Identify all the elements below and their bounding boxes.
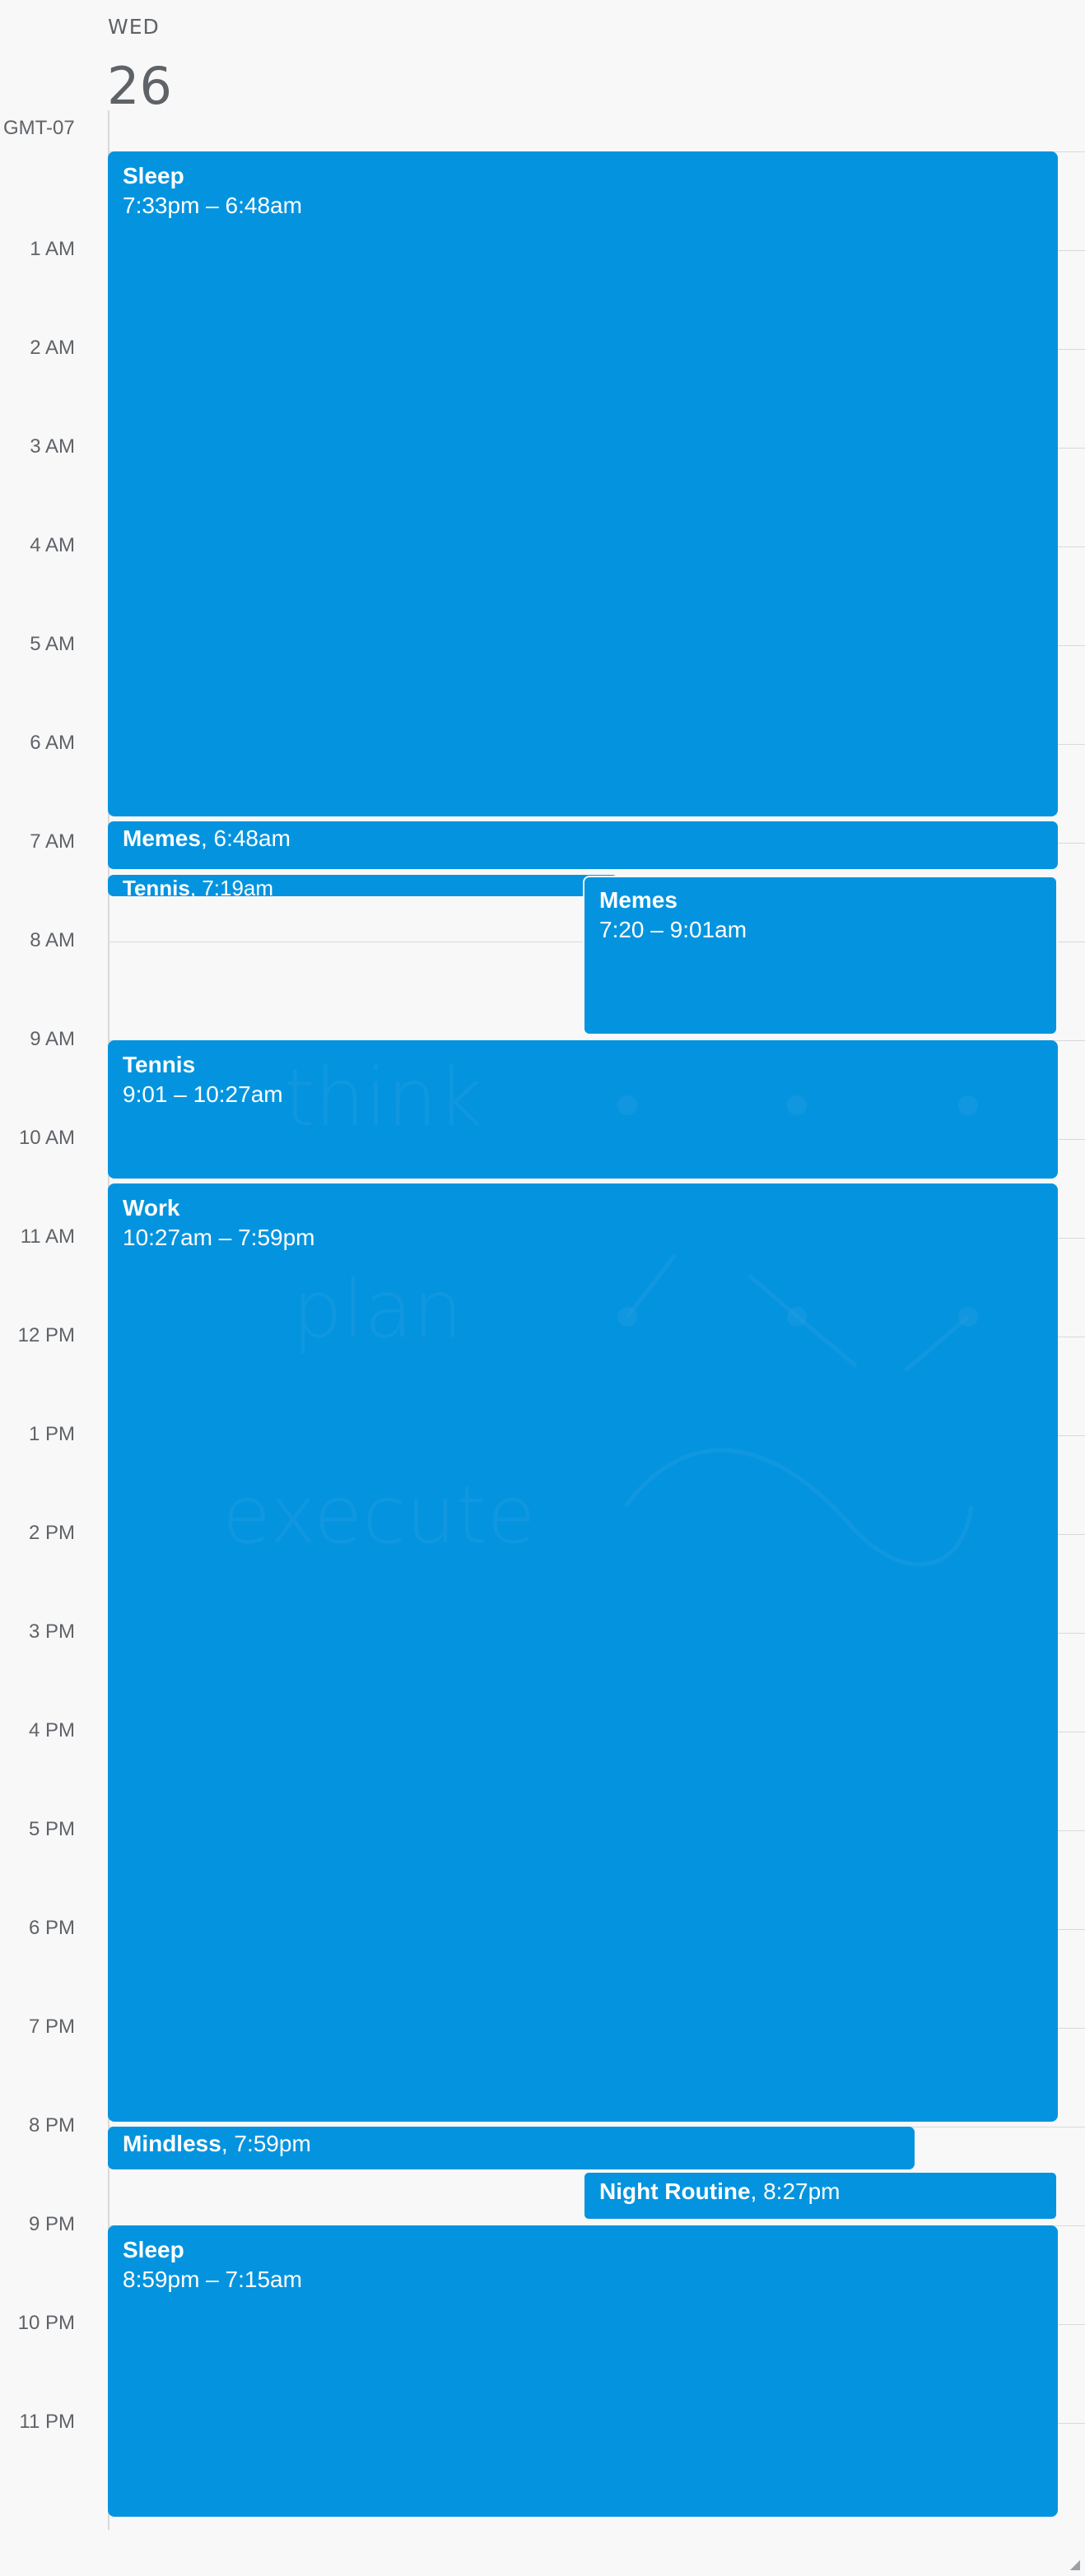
resize-handle-icon[interactable]: ◢ — [1070, 2556, 1080, 2573]
event-night-routine[interactable]: Night Routine, 8:27pm — [583, 2171, 1058, 2220]
event-mindless[interactable]: Mindless, 7:59pm — [108, 2127, 915, 2169]
event-title: Tennis — [123, 876, 190, 896]
event-time: 8:27pm — [763, 2178, 841, 2204]
event-title: Sleep — [123, 2237, 184, 2262]
event-time: 9:01 – 10:27am — [123, 1081, 283, 1107]
hour-label: 5 PM — [28, 1818, 75, 1840]
hour-label: 8 PM — [28, 2114, 75, 2137]
event-title: Tennis — [123, 1052, 196, 1077]
event-time: 8:59pm – 7:15am — [123, 2267, 302, 2292]
hour-label: 4 AM — [30, 534, 75, 556]
hour-label: 7 AM — [30, 830, 75, 853]
hour-label: 3 AM — [30, 435, 75, 458]
hour-label: 7 PM — [28, 2016, 75, 2038]
hour-label: 12 PM — [17, 1324, 75, 1346]
event-time: 6:48am — [213, 825, 291, 851]
event-title: Mindless — [123, 2131, 221, 2156]
hour-label: 2 PM — [28, 1522, 75, 1544]
hour-label: 6 PM — [28, 1917, 75, 1939]
event-memes[interactable]: Memes, 6:48am — [108, 821, 1058, 869]
timezone-label: GMT-07 — [3, 117, 75, 139]
hour-label: 9 PM — [28, 2213, 75, 2235]
event-title: Memes — [123, 825, 201, 851]
hour-label: 10 AM — [18, 1127, 75, 1149]
day-number[interactable]: 26 — [107, 56, 172, 116]
hour-label: 3 PM — [28, 1620, 75, 1643]
hour-label: 6 AM — [30, 732, 75, 754]
event-sleep[interactable]: Sleep 7:33pm – 6:48am — [108, 151, 1058, 816]
hour-label: 9 AM — [30, 1028, 75, 1050]
event-time: 7:20 – 9:01am — [599, 917, 747, 942]
event-title: Sleep — [123, 163, 184, 188]
hour-label: 11 PM — [19, 2411, 75, 2433]
event-time: 7:33pm – 6:48am — [123, 193, 302, 218]
day-name[interactable]: WED — [108, 15, 240, 39]
hour-label: 10 PM — [17, 2312, 75, 2334]
hour-label: 1 PM — [28, 1423, 75, 1445]
hour-label: 11 AM — [20, 1225, 75, 1248]
hour-label: 2 AM — [30, 337, 75, 359]
event-title: Memes — [599, 887, 678, 913]
event-work[interactable]: Work 10:27am – 7:59pm — [108, 1183, 1058, 2122]
event-time: 7:19am — [202, 876, 274, 896]
event-tennis[interactable]: Tennis, 7:19am — [108, 875, 618, 896]
hour-label: 1 AM — [30, 238, 75, 260]
event-memes[interactable]: Memes 7:20 – 9:01am — [583, 876, 1058, 1035]
hour-label: 8 AM — [30, 929, 75, 951]
event-title: Night Routine — [599, 2178, 751, 2204]
hour-label: 4 PM — [28, 1719, 75, 1741]
event-title: Work — [123, 1195, 180, 1221]
hour-label: 5 AM — [30, 633, 75, 655]
event-tennis[interactable]: Tennis 9:01 – 10:27am — [108, 1040, 1058, 1179]
event-time: 10:27am – 7:59pm — [123, 1225, 315, 1250]
event-sleep[interactable]: Sleep 8:59pm – 7:15am — [108, 2225, 1058, 2517]
event-time: 7:59pm — [234, 2131, 311, 2156]
